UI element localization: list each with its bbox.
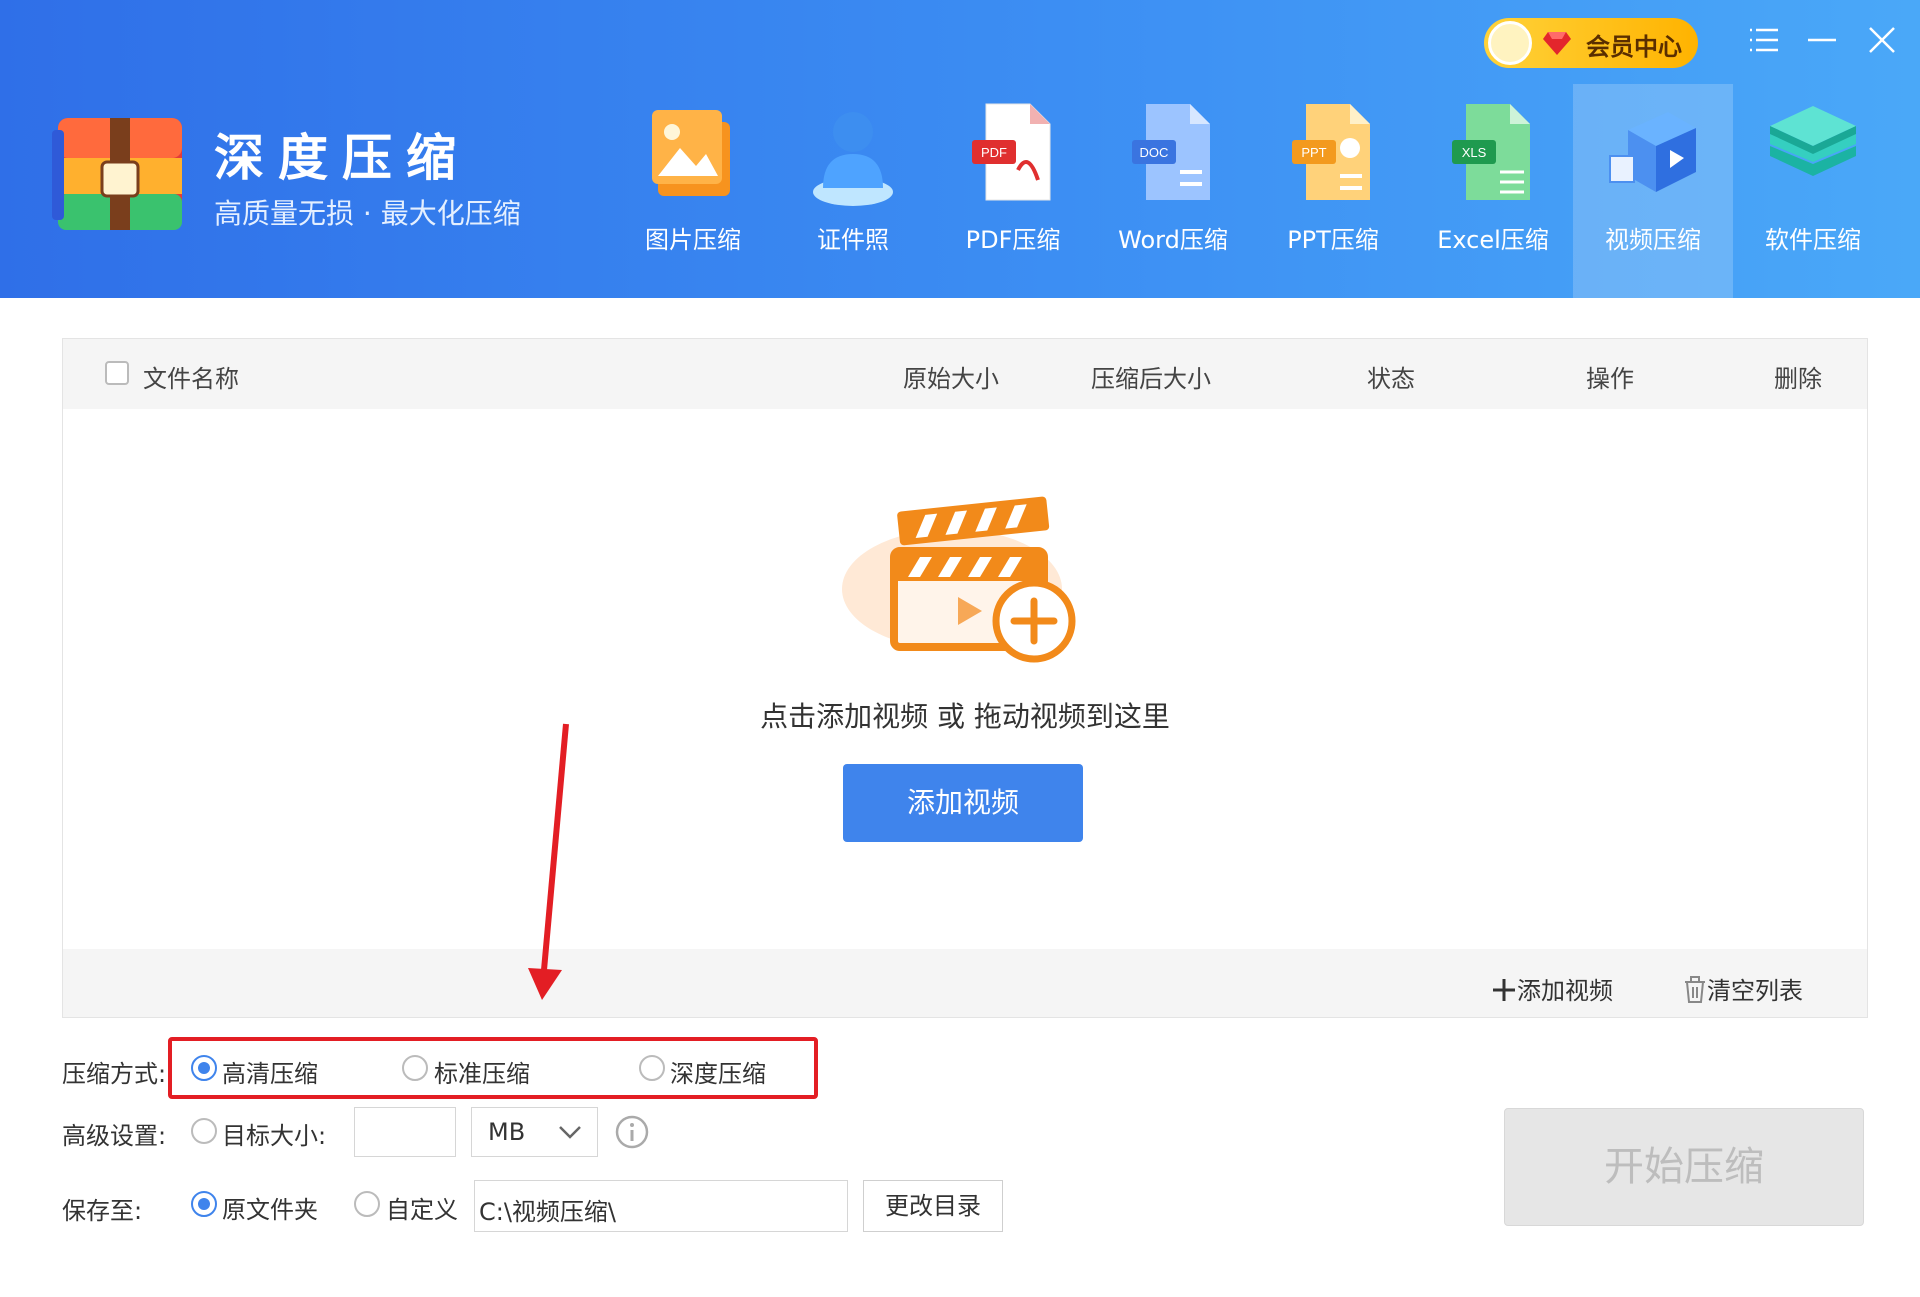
add-video-button[interactable]: 添加视频 [843,764,1083,842]
tab-video-compress[interactable]: 视频压缩 [1573,84,1733,298]
save-path-input[interactable]: C:\视频压缩\ [474,1180,848,1232]
advanced-settings-label: 高级设置: [62,1122,167,1150]
save-to-label: 保存至: [62,1197,143,1225]
target-size-label: 目标大小: [222,1122,327,1150]
tab-image-compress[interactable]: 图片压缩 [613,84,773,298]
target-size-input[interactable] [354,1107,456,1157]
footer-clear-list-label: 清空列表 [1707,977,1803,1005]
tab-label: 软件压缩 [1765,226,1861,254]
column-header-status: 状态 [1367,365,1415,393]
mode-label-deep: 深度压缩 [670,1060,766,1088]
compression-mode-label: 压缩方式: [62,1060,167,1088]
doc-file-icon: DOC [1132,104,1210,200]
red-arrow-annotation [528,723,569,1000]
column-header-compressed-size: 压缩后大小 [1091,365,1211,393]
app-title: 深度压缩 [214,129,470,187]
file-list-panel[interactable]: 文件名称 原始大小 压缩后大小 状态 操作 删除 点击添加视频 或 拖动视频到这… [62,338,1868,1018]
tab-ppt-compress[interactable]: PPT PPT压缩 [1253,84,1413,298]
image-icon [652,110,730,196]
tab-label: Word压缩 [1118,226,1228,254]
column-header-delete: 删除 [1774,365,1822,393]
target-size-radio[interactable] [191,1118,217,1144]
menu-icon[interactable] [1744,20,1784,60]
tab-label: 图片压缩 [645,226,741,254]
avatar [1488,21,1532,65]
app-header: 深度压缩 高质量无损 · 最大化压缩 会员中心 图片压缩 证件照 PDF PDF… [0,0,1920,298]
trash-icon [1685,976,1705,1003]
video-icon [1609,112,1696,192]
xls-file-icon: XLS [1452,104,1530,200]
person-icon [813,112,893,206]
save-path-value: C:\视频压缩\ [479,1198,617,1226]
chevron-down-icon [559,1126,581,1139]
tab-label: PDF压缩 [965,226,1061,254]
mode-radio-deep[interactable] [639,1055,665,1081]
tab-word-compress[interactable]: DOC Word压缩 [1093,84,1253,298]
save-original-radio[interactable] [191,1191,217,1217]
footer-add-video-label: 添加视频 [1517,977,1613,1005]
svg-text:PPT: PPT [1301,145,1326,160]
footer-clear-list-link[interactable]: 清空列表 [1683,971,1803,1006]
svg-text:PDF: PDF [981,145,1007,160]
change-directory-button[interactable]: 更改目录 [863,1180,1003,1232]
plus-icon [1493,979,1515,1001]
panel-footer: 添加视频 清空列表 [63,949,1867,1017]
unit-select[interactable]: MB [471,1107,598,1157]
column-header-filename: 文件名称 [143,365,239,393]
ppt-file-icon: PPT [1292,104,1370,200]
column-header-original-size: 原始大小 [903,365,999,393]
svg-text:XLS: XLS [1462,145,1487,160]
tab-label: Excel压缩 [1437,226,1549,254]
start-compress-button[interactable]: 开始压缩 [1504,1108,1864,1226]
info-icon[interactable] [615,1115,649,1149]
save-original-label: 原文件夹 [222,1196,318,1224]
vip-center-label: 会员中心 [1586,33,1682,61]
app-subtitle: 高质量无损 · 最大化压缩 [214,197,521,230]
tab-label: 视频压缩 [1605,226,1701,254]
tab-id-photo[interactable]: 证件照 [773,84,933,298]
save-custom-label: 自定义 [386,1196,458,1224]
footer-add-video-link[interactable]: 添加视频 [1491,971,1613,1006]
table-header: 文件名称 原始大小 压缩后大小 状态 操作 删除 [63,339,1867,409]
tab-software-compress[interactable]: 软件压缩 [1733,84,1893,298]
tab-excel-compress[interactable]: XLS Excel压缩 [1413,84,1573,298]
tab-pdf-compress[interactable]: PDF PDF压缩 [933,84,1093,298]
app-logo-icon [52,118,182,230]
minimize-icon[interactable] [1802,20,1842,60]
svg-text:DOC: DOC [1140,145,1169,160]
save-custom-radio[interactable] [354,1191,380,1217]
mode-radio-hd[interactable] [191,1055,217,1081]
empty-hint: 点击添加视频 或 拖动视频到这里 [760,700,1170,733]
close-icon[interactable] [1862,20,1902,60]
mode-radio-standard[interactable] [402,1055,428,1081]
vip-center-button[interactable]: 会员中心 [1484,18,1698,68]
tab-label: 证件照 [817,226,889,254]
column-header-actions: 操作 [1586,365,1634,393]
diamond-icon [1543,32,1571,55]
mode-label-hd: 高清压缩 [222,1060,318,1088]
layers-icon [1770,106,1856,176]
tab-label: PPT压缩 [1287,226,1379,254]
mode-label-standard: 标准压缩 [434,1060,530,1088]
unit-select-value: MB [488,1118,526,1146]
video-add-icon[interactable] [842,479,1092,669]
pdf-file-icon: PDF [972,103,1051,201]
select-all-checkbox[interactable] [105,361,129,385]
